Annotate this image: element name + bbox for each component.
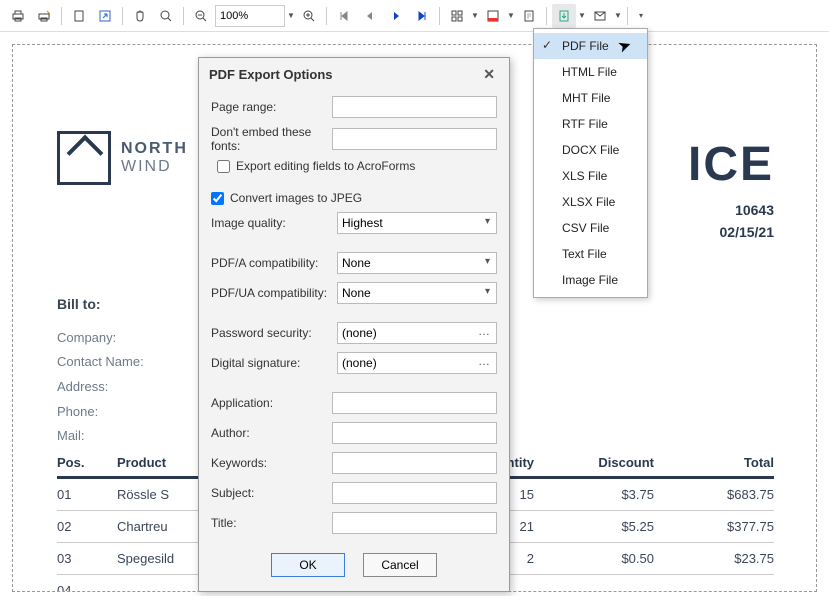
page-range-input[interactable]	[332, 96, 497, 118]
bill-to-company: Company:	[57, 326, 144, 351]
logo-text: NORTHWIND	[121, 140, 188, 175]
col-pos: Pos.	[57, 455, 117, 470]
page-color-dropdown-icon[interactable]: ▼	[507, 4, 515, 28]
bill-to-heading: Bill to:	[57, 291, 144, 318]
keywords-input[interactable]	[332, 452, 497, 474]
multipage-dropdown-icon[interactable]: ▼	[471, 4, 479, 28]
quick-print-icon[interactable]	[32, 4, 56, 28]
image-quality-select[interactable]: Highest	[337, 212, 497, 234]
label-subject: Subject:	[211, 486, 332, 500]
menu-item-docx-file[interactable]: DOCX File	[534, 137, 647, 163]
pdfua-select[interactable]: None	[337, 282, 497, 304]
title-input[interactable]	[332, 512, 497, 534]
label-convert-jpeg: Convert images to JPEG	[230, 191, 362, 205]
col-total: Total	[654, 455, 774, 470]
zoom-out-icon[interactable]	[189, 4, 213, 28]
prev-page-icon[interactable]	[358, 4, 382, 28]
convert-jpeg-checkbox[interactable]	[211, 192, 224, 205]
label-page-range: Page range:	[211, 100, 332, 114]
logo-mark-icon	[57, 131, 111, 185]
label-image-quality: Image quality:	[211, 216, 337, 230]
menu-item-html-file[interactable]: HTML File	[534, 59, 647, 85]
menu-item-rtf-file[interactable]: RTF File	[534, 111, 647, 137]
overflow-dropdown-icon[interactable]: ▾	[633, 4, 649, 28]
label-pdfa: PDF/A compatibility:	[211, 256, 337, 270]
invoice-date: 02/15/21	[720, 221, 775, 243]
bill-to-address: Address:	[57, 375, 144, 400]
label-signature: Digital signature:	[211, 356, 337, 370]
application-input[interactable]	[332, 392, 497, 414]
invoice-meta: 10643 02/15/21	[720, 199, 775, 244]
export-menu: PDF FileHTML FileMHT FileRTF FileDOCX Fi…	[533, 28, 648, 298]
invoice-title: ICE	[688, 137, 774, 192]
invoice-number: 10643	[720, 199, 775, 221]
email-dropdown-icon[interactable]: ▼	[614, 4, 622, 28]
author-input[interactable]	[332, 422, 497, 444]
menu-item-text-file[interactable]: Text File	[534, 241, 647, 267]
multipage-icon[interactable]	[445, 4, 469, 28]
page-color-icon[interactable]	[481, 4, 505, 28]
pdf-export-dialog: PDF Export Options ✕ Page range: Don't e…	[198, 57, 510, 592]
menu-item-image-file[interactable]: Image File	[534, 267, 647, 293]
ok-button[interactable]: OK	[271, 553, 345, 577]
password-field[interactable]: (none)	[337, 322, 497, 344]
logo: NORTHWIND	[57, 131, 188, 185]
magnifier-icon[interactable]	[154, 4, 178, 28]
col-discount: Discount	[534, 455, 654, 470]
zoom-select[interactable]	[215, 5, 285, 27]
menu-item-pdf-file[interactable]: PDF File	[534, 33, 647, 59]
next-page-icon[interactable]	[384, 4, 408, 28]
bill-to-contact: Contact Name:	[57, 350, 144, 375]
last-page-icon[interactable]	[410, 4, 434, 28]
dont-embed-input[interactable]	[332, 128, 497, 150]
email-icon[interactable]	[588, 4, 612, 28]
dialog-titlebar: PDF Export Options ✕	[199, 58, 509, 91]
scale-icon[interactable]	[93, 4, 117, 28]
signature-field[interactable]: (none)	[337, 352, 497, 374]
cancel-button[interactable]: Cancel	[363, 553, 437, 577]
hand-tool-icon[interactable]	[128, 4, 152, 28]
menu-item-xlsx-file[interactable]: XLSX File	[534, 189, 647, 215]
export-dropdown-icon[interactable]: ▼	[578, 4, 586, 28]
label-password: Password security:	[211, 326, 337, 340]
label-keywords: Keywords:	[211, 456, 332, 470]
zoom-dropdown-icon[interactable]: ▼	[287, 4, 295, 28]
bill-to-mail: Mail:	[57, 424, 144, 449]
print-icon[interactable]	[6, 4, 30, 28]
bill-to-phone: Phone:	[57, 400, 144, 425]
pdfa-select[interactable]: None	[337, 252, 497, 274]
watermark-icon[interactable]	[517, 4, 541, 28]
label-author: Author:	[211, 426, 332, 440]
menu-item-mht-file[interactable]: MHT File	[534, 85, 647, 111]
export-icon[interactable]	[552, 4, 576, 28]
menu-item-csv-file[interactable]: CSV File	[534, 215, 647, 241]
toolbar: ▼ ▼ ▼ ▼ ▼ ▾	[0, 0, 829, 32]
label-application: Application:	[211, 396, 332, 410]
close-icon[interactable]: ✕	[479, 66, 499, 83]
bill-to-block: Bill to: Company: Contact Name: Address:…	[57, 291, 144, 449]
dialog-title: PDF Export Options	[209, 67, 333, 82]
page-setup-icon[interactable]	[67, 4, 91, 28]
label-pdfua: PDF/UA compatibility:	[211, 286, 337, 300]
export-fields-checkbox[interactable]	[217, 160, 230, 173]
label-export-fields: Export editing fields to AcroForms	[236, 159, 415, 173]
label-title: Title:	[211, 516, 332, 530]
label-dont-embed: Don't embed these fonts:	[211, 125, 332, 153]
subject-input[interactable]	[332, 482, 497, 504]
first-page-icon[interactable]	[332, 4, 356, 28]
zoom-in-icon[interactable]	[297, 4, 321, 28]
menu-item-xls-file[interactable]: XLS File	[534, 163, 647, 189]
